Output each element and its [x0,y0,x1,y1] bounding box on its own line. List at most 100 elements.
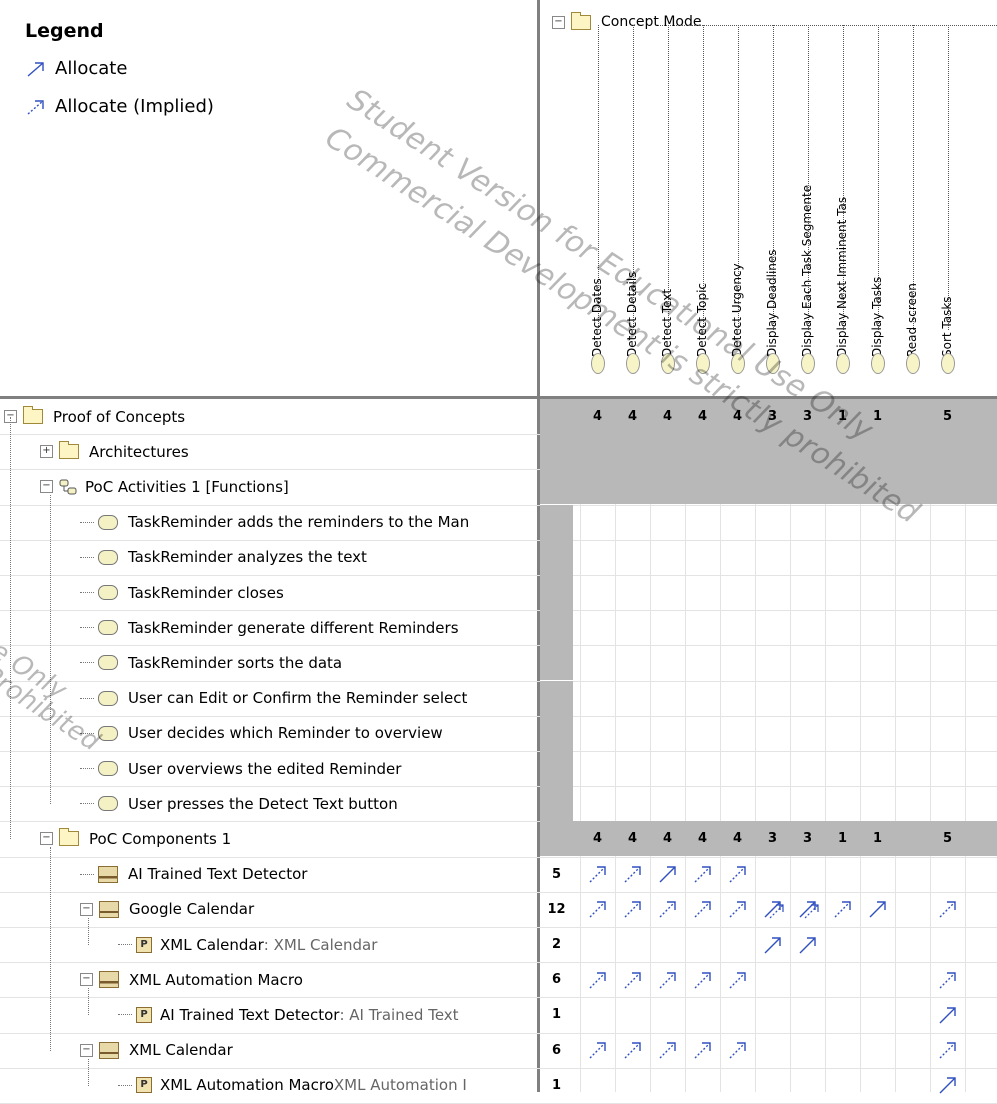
matrix-cell[interactable] [895,857,930,892]
matrix-cell[interactable]: 1 [825,821,860,856]
tree-row-19[interactable]: P XML Automation Macro XML Automation I [118,1068,467,1103]
matrix-cell[interactable] [650,997,685,1032]
allocate-implied-cell[interactable] [650,962,685,997]
tree-row-15[interactable]: P XML Calendar: XML Calendar [118,927,377,962]
tree-row-8[interactable]: User can Edit or Confirm the Reminder se… [80,681,467,716]
tree-row-10[interactable]: User overviews the edited Reminder [80,751,401,786]
allocate-implied-cell[interactable] [615,1033,650,1068]
allocate-implied-cell[interactable] [615,962,650,997]
column-header-6[interactable]: Display Each Task Segmente [790,0,825,397]
matrix-cell[interactable] [685,469,720,504]
tree-row-14[interactable]: − Google Calendar [80,892,254,927]
matrix-cell[interactable] [720,469,755,504]
tree-row-18[interactable]: − XML Calendar [80,1033,233,1068]
matrix-cell[interactable] [895,434,930,469]
matrix-cell[interactable]: 4 [615,821,650,856]
column-header-8[interactable]: Display Tasks [860,0,895,397]
matrix-cell[interactable] [790,997,825,1032]
matrix-cell[interactable] [860,927,895,962]
matrix-cell[interactable] [580,434,615,469]
matrix-cell[interactable] [615,927,650,962]
tree-row-7[interactable]: TaskReminder sorts the data [80,645,342,680]
allocate-implied-cell[interactable] [615,857,650,892]
matrix-cell[interactable]: 4 [580,399,615,434]
collapse-icon[interactable]: − [80,973,93,987]
matrix-cell[interactable] [755,469,790,504]
matrix-cell[interactable] [685,434,720,469]
matrix-cell[interactable] [895,821,930,856]
matrix-cell[interactable] [825,1068,860,1103]
matrix-cell[interactable] [720,997,755,1032]
allocate-implied-cell[interactable] [685,892,720,927]
matrix-cell[interactable] [895,1068,930,1103]
matrix-cell[interactable]: 4 [685,399,720,434]
tree-row-4[interactable]: TaskReminder analyzes the text [80,540,367,575]
allocate-implied-cell[interactable] [930,1033,965,1068]
allocate-implied-cell[interactable] [930,892,965,927]
matrix-cell[interactable] [860,1068,895,1103]
column-header-7[interactable]: Display Next Imminent Tas [825,0,860,397]
matrix-cell[interactable] [755,434,790,469]
matrix-cell[interactable] [615,469,650,504]
matrix-cell[interactable] [825,857,860,892]
matrix-cell[interactable] [790,962,825,997]
matrix-cell[interactable] [650,1068,685,1103]
matrix-cell[interactable] [720,434,755,469]
tree-row-17[interactable]: P AI Trained Text Detector: AI Trained Te… [118,997,459,1032]
matrix-cell[interactable] [930,857,965,892]
allocate-cell[interactable] [790,927,825,962]
matrix-cell[interactable]: 4 [615,399,650,434]
allocate-both-cell[interactable] [755,892,790,927]
matrix-cell[interactable]: 5 [930,821,965,856]
matrix-cell[interactable] [790,1033,825,1068]
matrix-cell[interactable] [860,857,895,892]
matrix-cell[interactable] [755,1033,790,1068]
matrix-cell[interactable] [895,399,930,434]
collapse-icon[interactable]: − [40,480,53,494]
column-header-3[interactable]: Detect Topic [685,0,720,397]
allocate-cell[interactable] [860,892,895,927]
allocate-implied-cell[interactable] [615,892,650,927]
tree-row-6[interactable]: TaskReminder generate different Reminder… [80,610,459,645]
matrix-cell[interactable]: 1 [860,399,895,434]
column-header-4[interactable]: Detect Urgency [720,0,755,397]
matrix-cell[interactable] [895,997,930,1032]
matrix-cell[interactable] [895,962,930,997]
matrix-cell[interactable] [755,1068,790,1103]
matrix-cell[interactable]: 4 [720,399,755,434]
tree-row-2[interactable]: − PoC Activities 1 [Functions] [40,469,289,504]
tree-row-16[interactable]: − XML Automation Macro [80,962,303,997]
allocate-implied-cell[interactable] [720,892,755,927]
matrix-cell[interactable] [790,857,825,892]
expand-icon[interactable]: + [40,445,53,459]
allocate-cell[interactable] [930,1068,965,1103]
collapse-icon[interactable]: − [80,1043,93,1057]
allocate-implied-cell[interactable] [580,962,615,997]
matrix-cell[interactable] [650,927,685,962]
matrix-cell[interactable] [755,997,790,1032]
matrix-cell[interactable] [825,469,860,504]
allocate-implied-cell[interactable] [720,1033,755,1068]
column-header-5[interactable]: Display Deadlines [755,0,790,397]
matrix-cell[interactable] [615,997,650,1032]
allocate-implied-cell[interactable] [580,857,615,892]
allocate-implied-cell[interactable] [720,857,755,892]
matrix-cell[interactable] [895,1033,930,1068]
allocate-implied-cell[interactable] [825,892,860,927]
matrix-cell[interactable] [580,997,615,1032]
allocate-implied-cell[interactable] [650,1033,685,1068]
collapse-icon[interactable]: − [80,902,93,916]
matrix-cell[interactable] [615,434,650,469]
matrix-cell[interactable] [650,469,685,504]
column-header-2[interactable]: Detect Text [650,0,685,397]
matrix-cell[interactable] [580,927,615,962]
tree-row-12[interactable]: − PoC Components 1 [40,821,231,856]
matrix-cell[interactable] [860,962,895,997]
allocate-implied-cell[interactable] [580,892,615,927]
tree-row-1[interactable]: + Architectures [40,434,189,469]
matrix-cell[interactable]: 5 [930,399,965,434]
tree-row-3[interactable]: TaskReminder adds the reminders to the M… [80,505,469,540]
allocate-cell[interactable] [650,857,685,892]
matrix-cell[interactable]: 1 [860,821,895,856]
matrix-cell[interactable]: 3 [755,399,790,434]
